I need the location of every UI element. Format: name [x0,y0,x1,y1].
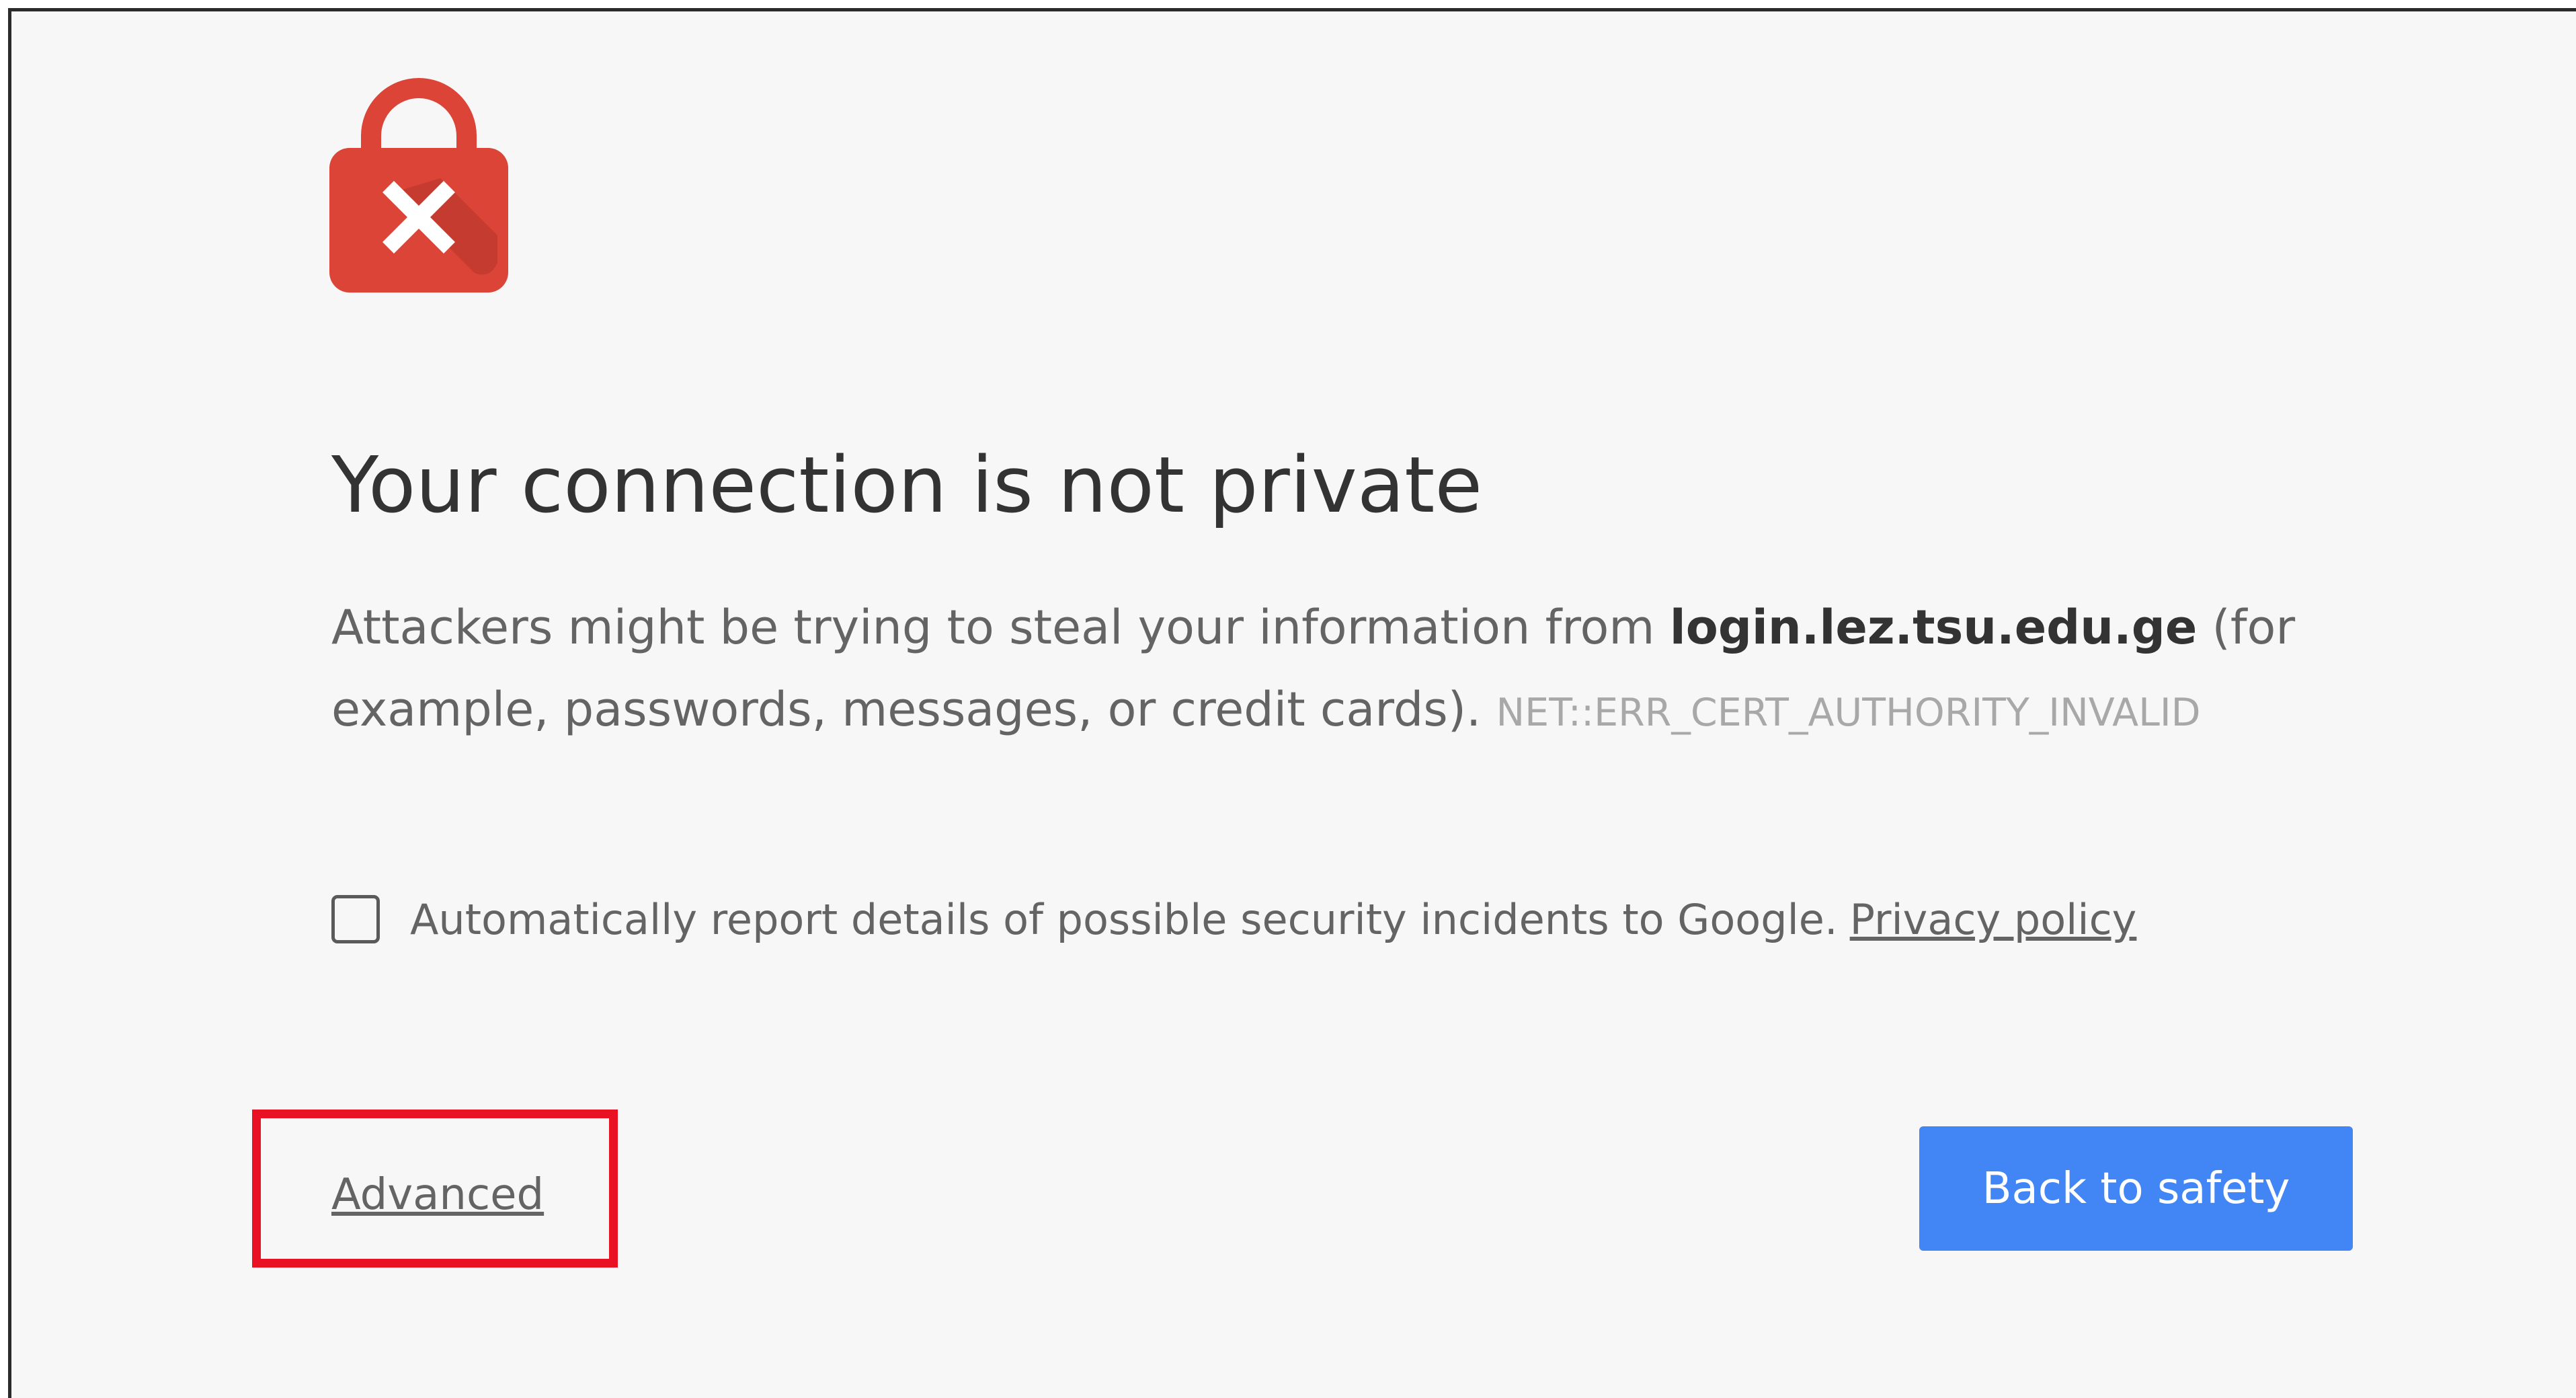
interstitial-page: Your connection is not private Attackers… [8,8,2576,1398]
site-domain: login.lez.tsu.edu.ge [1669,600,2198,655]
error-code: NET::ERR_CERT_AUTHORITY_INVALID [1496,691,2201,735]
report-label: Automatically report details of possible… [410,894,1838,944]
page-title: Your connection is not private [331,440,1483,531]
report-checkbox[interactable] [331,895,380,943]
privacy-policy-link[interactable]: Privacy policy [1850,895,2137,944]
report-option: Automatically report details of possible… [331,886,2136,953]
back-to-safety-button[interactable]: Back to safety [1919,1126,2353,1251]
error-description: Attackers might be trying to steal your … [331,586,2402,754]
description-text-start: Attackers might be trying to steal your … [331,600,1670,655]
advanced-link[interactable]: Advanced [331,1165,544,1225]
lock-with-x-icon [329,74,508,293]
